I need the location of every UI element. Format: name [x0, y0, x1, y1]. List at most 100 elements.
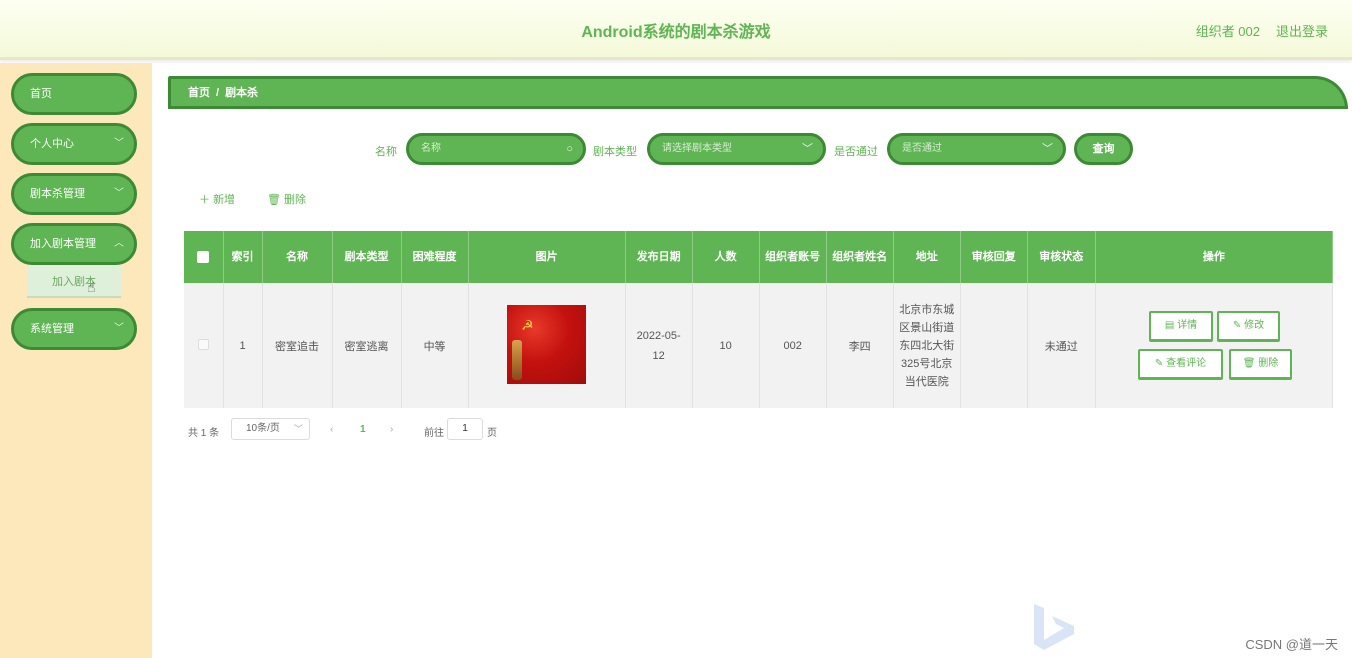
cell-organizer: 李四 [826, 283, 894, 408]
logout-link[interactable]: 退出登录 [1276, 21, 1328, 40]
trash-icon: 🗑 [267, 194, 281, 206]
page-size-select[interactable]: 10条/页 ﹀ [231, 418, 310, 440]
page-jump-input[interactable]: 1 [447, 418, 483, 440]
cell-difficulty: 中等 [401, 283, 469, 408]
breadcrumb: 首页 / 剧本杀 [168, 76, 1348, 109]
current-user: 组织者 002 [1195, 24, 1260, 39]
search-icon: ○ [566, 143, 573, 155]
delete-row-label: 删除 [1258, 358, 1279, 369]
select-all-checkbox[interactable] [184, 231, 224, 283]
sidebar-item-label: 加入剧本管理 [30, 238, 96, 250]
edit-button[interactable]: ✎ 修改 [1217, 311, 1280, 342]
cell-address: 北京市东城区景山街道东四北大街325号北京当代医院 [893, 283, 961, 408]
page-unit-label: 页 [487, 428, 497, 439]
breadcrumb-current: 剧本杀 [225, 87, 259, 99]
app-title: Android系统的剧本杀游戏 [581, 24, 771, 41]
cell-operations [1095, 283, 1334, 408]
sidebar-item-label: 剧本杀管理 [30, 188, 85, 200]
chevron-down-icon: ﹀ [114, 138, 124, 149]
delete-row-button[interactable]: 🗑 删除 [1229, 349, 1292, 380]
column-header: 剧本类型 [332, 231, 402, 283]
edit-label: 修改 [1244, 320, 1265, 331]
document-icon: ▤ [1164, 320, 1175, 331]
cell-type: 密室逃离 [332, 283, 402, 408]
breadcrumb-separator: / [216, 87, 220, 99]
batch-delete-button[interactable]: 🗑 删除 [267, 191, 306, 207]
date-text: 2022-05-12 [636, 329, 681, 362]
add-label: 新增 [213, 194, 236, 206]
cell-name: 密室追击 [262, 283, 333, 408]
watermark-text: CSDN @道一天 [1245, 637, 1338, 652]
script-type-placeholder: 请选择剧本类型 [662, 143, 732, 154]
column-header: 名称 [262, 231, 333, 283]
script-type-label: 剧本类型 [593, 146, 637, 158]
sidebar-item-join-script-management[interactable]: 加入剧本管理 ︿ [11, 223, 137, 265]
chevron-up-icon: ︿ [114, 238, 124, 249]
pencil-icon: ✎ [1154, 358, 1164, 369]
cell-date: 2022-05-12 [625, 283, 693, 408]
pass-select[interactable]: 是否通过 ﹀ [887, 133, 1066, 165]
sidebar-item-script-management[interactable]: 剧本杀管理 ﹀ [11, 173, 137, 215]
detail-button[interactable]: ▤ 详情 [1149, 311, 1213, 342]
cell-status: 未通过 [1027, 283, 1096, 408]
query-button[interactable]: 查询 [1074, 133, 1133, 165]
sidebar-item-label: 首页 [30, 88, 52, 100]
column-header: 组织者姓名 [826, 231, 894, 283]
column-header: 索引 [223, 231, 263, 283]
page-size-value: 10条/页 [246, 423, 280, 434]
name-search-input[interactable]: 名称 ○ [406, 133, 586, 165]
column-header: 审核状态 [1027, 231, 1096, 283]
prev-page-icon[interactable]: ‹ [330, 424, 333, 435]
plus-icon: ＋ [199, 194, 210, 206]
page-number-current[interactable]: 1 [360, 424, 366, 435]
view-comments-button[interactable]: ✎ 查看评论 [1138, 349, 1223, 380]
row-checkbox[interactable] [184, 283, 224, 408]
sidebar-item-home[interactable]: 首页 [11, 73, 137, 115]
chevron-down-icon: ﹀ [293, 424, 303, 434]
next-page-icon[interactable]: › [390, 424, 393, 435]
column-header: 人数 [692, 231, 760, 283]
cell-index: 1 [223, 283, 263, 408]
column-header: 操作 [1095, 231, 1334, 283]
trash-icon: 🗑 [1242, 358, 1256, 369]
column-header: 组织者账号 [759, 231, 827, 283]
column-header: 困难程度 [401, 231, 469, 283]
cell-people: 10 [692, 283, 760, 408]
pass-placeholder: 是否通过 [902, 143, 942, 154]
table-header-row: 索引 名称 剧本类型 困难程度 图片 发布日期 人数 组织者账号 组织者姓名 地… [184, 231, 1334, 283]
chevron-down-icon: ﹀ [114, 323, 124, 334]
add-button[interactable]: ＋ 新增 [199, 191, 235, 207]
cell-image: ☭ [468, 283, 626, 408]
comments-label: 查看评论 [1166, 358, 1207, 369]
sidebar-item-label: 系统管理 [30, 323, 74, 335]
bing-logo-icon [1034, 604, 1074, 650]
cell-reply [960, 283, 1028, 408]
pencil-icon: ✎ [1232, 320, 1242, 331]
script-type-select[interactable]: 请选择剧本类型 ﹀ [647, 133, 826, 165]
goto-label: 前往 [424, 428, 444, 439]
chevron-down-icon: ﹀ [802, 143, 813, 155]
pass-label: 是否通过 [834, 146, 878, 158]
column-header: 发布日期 [625, 231, 693, 283]
table-row: 1 密室追击 密室逃离 中等 ☭ 2022-05-12 10 002 李四 北京… [184, 283, 1334, 408]
column-header: 图片 [468, 231, 626, 283]
total-count: 共 1 条 [188, 428, 220, 439]
chevron-down-icon: ﹀ [1042, 143, 1053, 155]
cell-account: 002 [759, 283, 827, 408]
sidebar-item-system-management[interactable]: 系统管理 ﹀ [11, 308, 137, 350]
sidebar-subitem-join-script[interactable]: 加入剧本 [27, 266, 121, 298]
name-label: 名称 [375, 146, 397, 158]
name-placeholder: 名称 [421, 143, 441, 154]
sidebar-item-label: 个人中心 [30, 138, 74, 150]
breadcrumb-home[interactable]: 首页 [188, 87, 210, 99]
detail-label: 详情 [1177, 320, 1198, 331]
chevron-down-icon: ﹀ [114, 188, 124, 199]
sidebar-item-personal-center[interactable]: 个人中心 ﹀ [11, 123, 137, 165]
hand-pointer-icon: ☝ [87, 279, 96, 295]
top-header: Android系统的剧本杀游戏 组织者 002 退出登录 [0, 0, 1352, 60]
column-header: 审核回复 [960, 231, 1028, 283]
delete-label: 删除 [284, 194, 307, 206]
column-header: 地址 [893, 231, 961, 283]
address-text: 北京市东城区景山街道东四北大街325号北京当代医院 [899, 303, 955, 388]
script-thumbnail: ☭ [507, 304, 587, 384]
